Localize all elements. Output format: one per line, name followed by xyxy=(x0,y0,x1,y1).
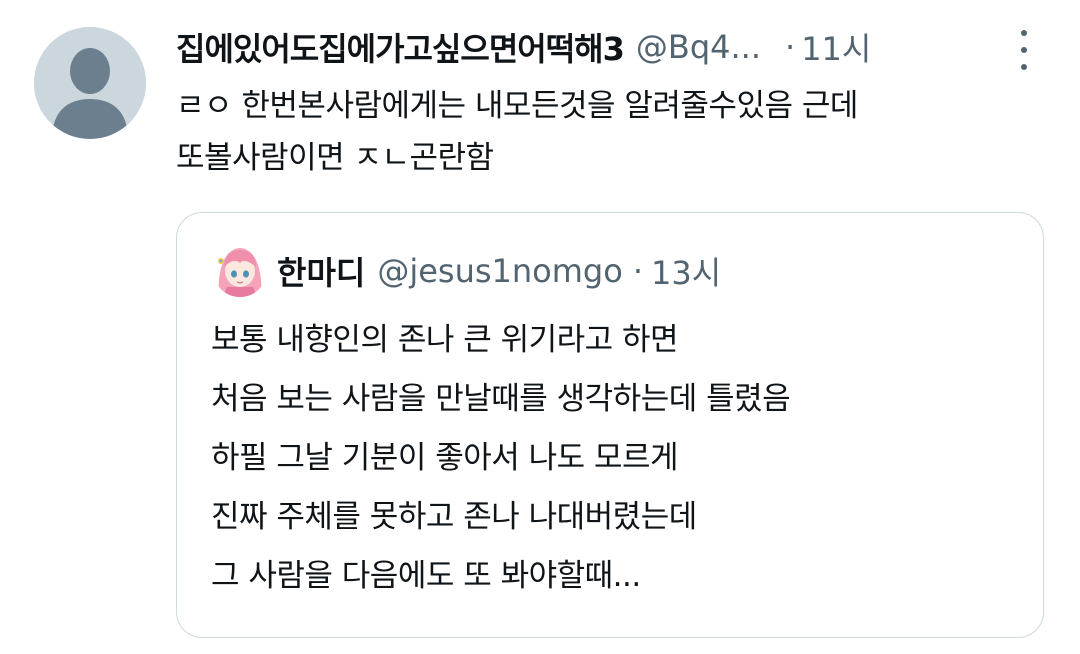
quote-text-line: 처음 보는 사람을 만날때를 생각하는데 틀렸음 xyxy=(211,381,791,417)
user-handle[interactable]: @Bq4... xyxy=(636,28,761,66)
quote-timestamp[interactable]: 13시 xyxy=(651,248,721,294)
quote-text-line: 그 사람을 다음에도 또 봐야할때... xyxy=(211,558,641,594)
quote-text-line: 보통 내향인의 존나 큰 위기라고 하면 xyxy=(211,322,679,358)
user-avatar[interactable] xyxy=(34,27,146,139)
quote-display-name[interactable]: 한마디 xyxy=(277,248,365,294)
more-options-button[interactable] xyxy=(1012,30,1036,70)
tweet-header: 집에있어도집에가고싶으면어떡해3 @Bq4... · 11시 xyxy=(176,24,1056,70)
more-vertical-icon xyxy=(1021,30,1027,36)
tweet-text-line: 또볼사람이면 ㅈㄴ곤란함 xyxy=(176,140,494,176)
quoted-tweet-card[interactable]: 한마디 @jesus1nomgo · 13시 보통 내향인의 존나 큰 위기라고… xyxy=(176,212,1044,638)
quote-text-line: 진짜 주체를 못하고 존나 나대버렸는데 xyxy=(211,499,697,535)
tweet-text-line: ㄹㅇ 한번본사람에게는 내모든것을 알려줄수있음 근데 xyxy=(176,88,858,124)
default-user-avatar-icon xyxy=(34,27,146,139)
anime-girl-pink-hair-avatar-icon xyxy=(213,243,267,297)
tweet-text: ㄹㅇ 한번본사람에게는 내모든것을 알려줄수있음 근데 또볼사람이면 ㅈㄴ곤란함 xyxy=(176,80,1036,184)
quote-avatar[interactable] xyxy=(213,243,267,297)
display-name[interactable]: 집에있어도집에가고싶으면어떡해3 xyxy=(176,24,625,70)
quote-separator-dot: · xyxy=(632,252,643,290)
quote-handle[interactable]: @jesus1nomgo xyxy=(377,252,622,290)
tweet-timestamp[interactable]: 11시 xyxy=(801,24,871,70)
quote-text-line: 하필 그날 기분이 좋아서 나도 모르게 xyxy=(211,440,679,476)
quote-header: 한마디 @jesus1nomgo · 13시 xyxy=(277,247,721,295)
quote-text: 보통 내향인의 존나 큰 위기라고 하면 처음 보는 사람을 만날때를 생각하는… xyxy=(211,311,1031,606)
separator-dot: · xyxy=(785,28,796,66)
